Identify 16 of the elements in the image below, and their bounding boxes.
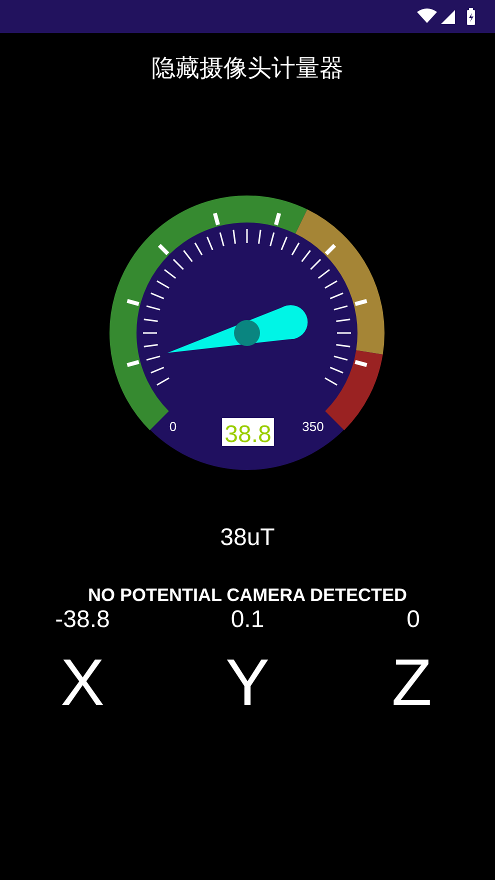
app-title: 隐藏摄像头计量器	[150, 53, 344, 84]
wifi-icon	[417, 8, 437, 22]
scale-min-label: 0	[169, 419, 177, 434]
needle-hub	[234, 320, 260, 346]
field-reading: 38uT	[219, 523, 276, 553]
axis-label: Z	[392, 645, 432, 719]
scale-max-label: 350	[302, 419, 324, 434]
axis-value: 0.1	[230, 606, 264, 633]
axis-value: 0	[406, 606, 420, 633]
axis-label: X	[60, 645, 105, 719]
axis-label: Y	[225, 645, 270, 719]
detection-status: NO POTENTIAL CAMERA DETECTED	[86, 584, 408, 606]
gauge-readout: 38.8	[222, 418, 274, 448]
signal-icon	[441, 10, 455, 24]
battery-icon	[467, 8, 475, 24]
axis-value: -38.8	[55, 606, 110, 633]
